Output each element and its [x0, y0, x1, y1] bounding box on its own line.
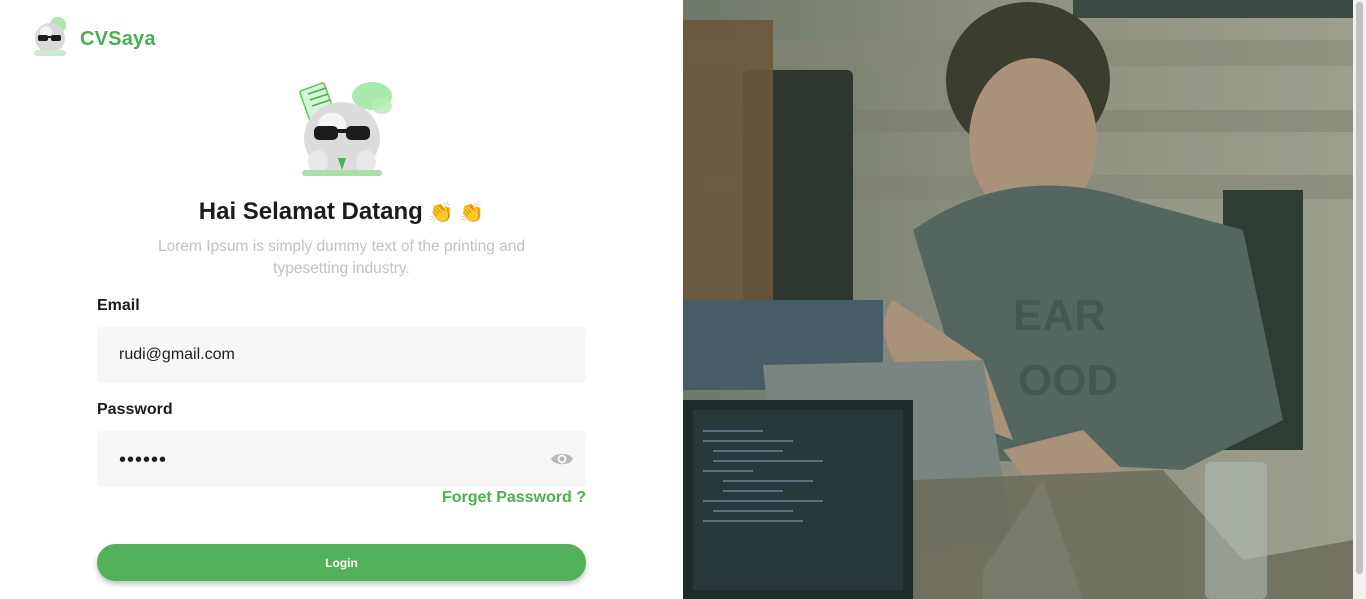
hero-photo: EAR OOD: [683, 0, 1353, 599]
welcome-title: Hai Selamat Datang 👏 👏: [0, 198, 683, 226]
hero-mascot: [288, 78, 396, 178]
scrollbar-thumb[interactable]: [1356, 2, 1363, 574]
brand[interactable]: CVSaya: [30, 16, 156, 63]
sunglasses-mascot-icon: [299, 82, 392, 176]
welcome-title-text: Hai Selamat Datang: [198, 198, 423, 225]
password-value: ••••••: [119, 449, 168, 471]
office-photo: EAR OOD: [683, 0, 1353, 599]
brand-name: CVSaya: [80, 28, 156, 50]
welcome-subtitle: Lorem Ipsum is simply dummy text of the …: [158, 238, 525, 277]
email-field-wrapper: [97, 327, 586, 383]
email-field[interactable]: [97, 327, 586, 383]
eye-icon[interactable]: [550, 448, 574, 470]
page-scrollbar[interactable]: [1353, 0, 1366, 599]
password-label: Password: [97, 401, 173, 418]
login-button[interactable]: Login: [97, 544, 586, 581]
forgot-password-link[interactable]: Forget Password ?: [442, 489, 586, 507]
email-label: Email: [97, 297, 140, 314]
password-field[interactable]: ••••••: [97, 431, 586, 487]
login-panel: CVSaya Hai Selamat Datang 👏 👏 Lorem Ipsum…: [0, 0, 683, 599]
sunglasses-mascot-icon: [30, 16, 72, 63]
clapping-hands-icon: 👏 👏: [428, 202, 485, 224]
